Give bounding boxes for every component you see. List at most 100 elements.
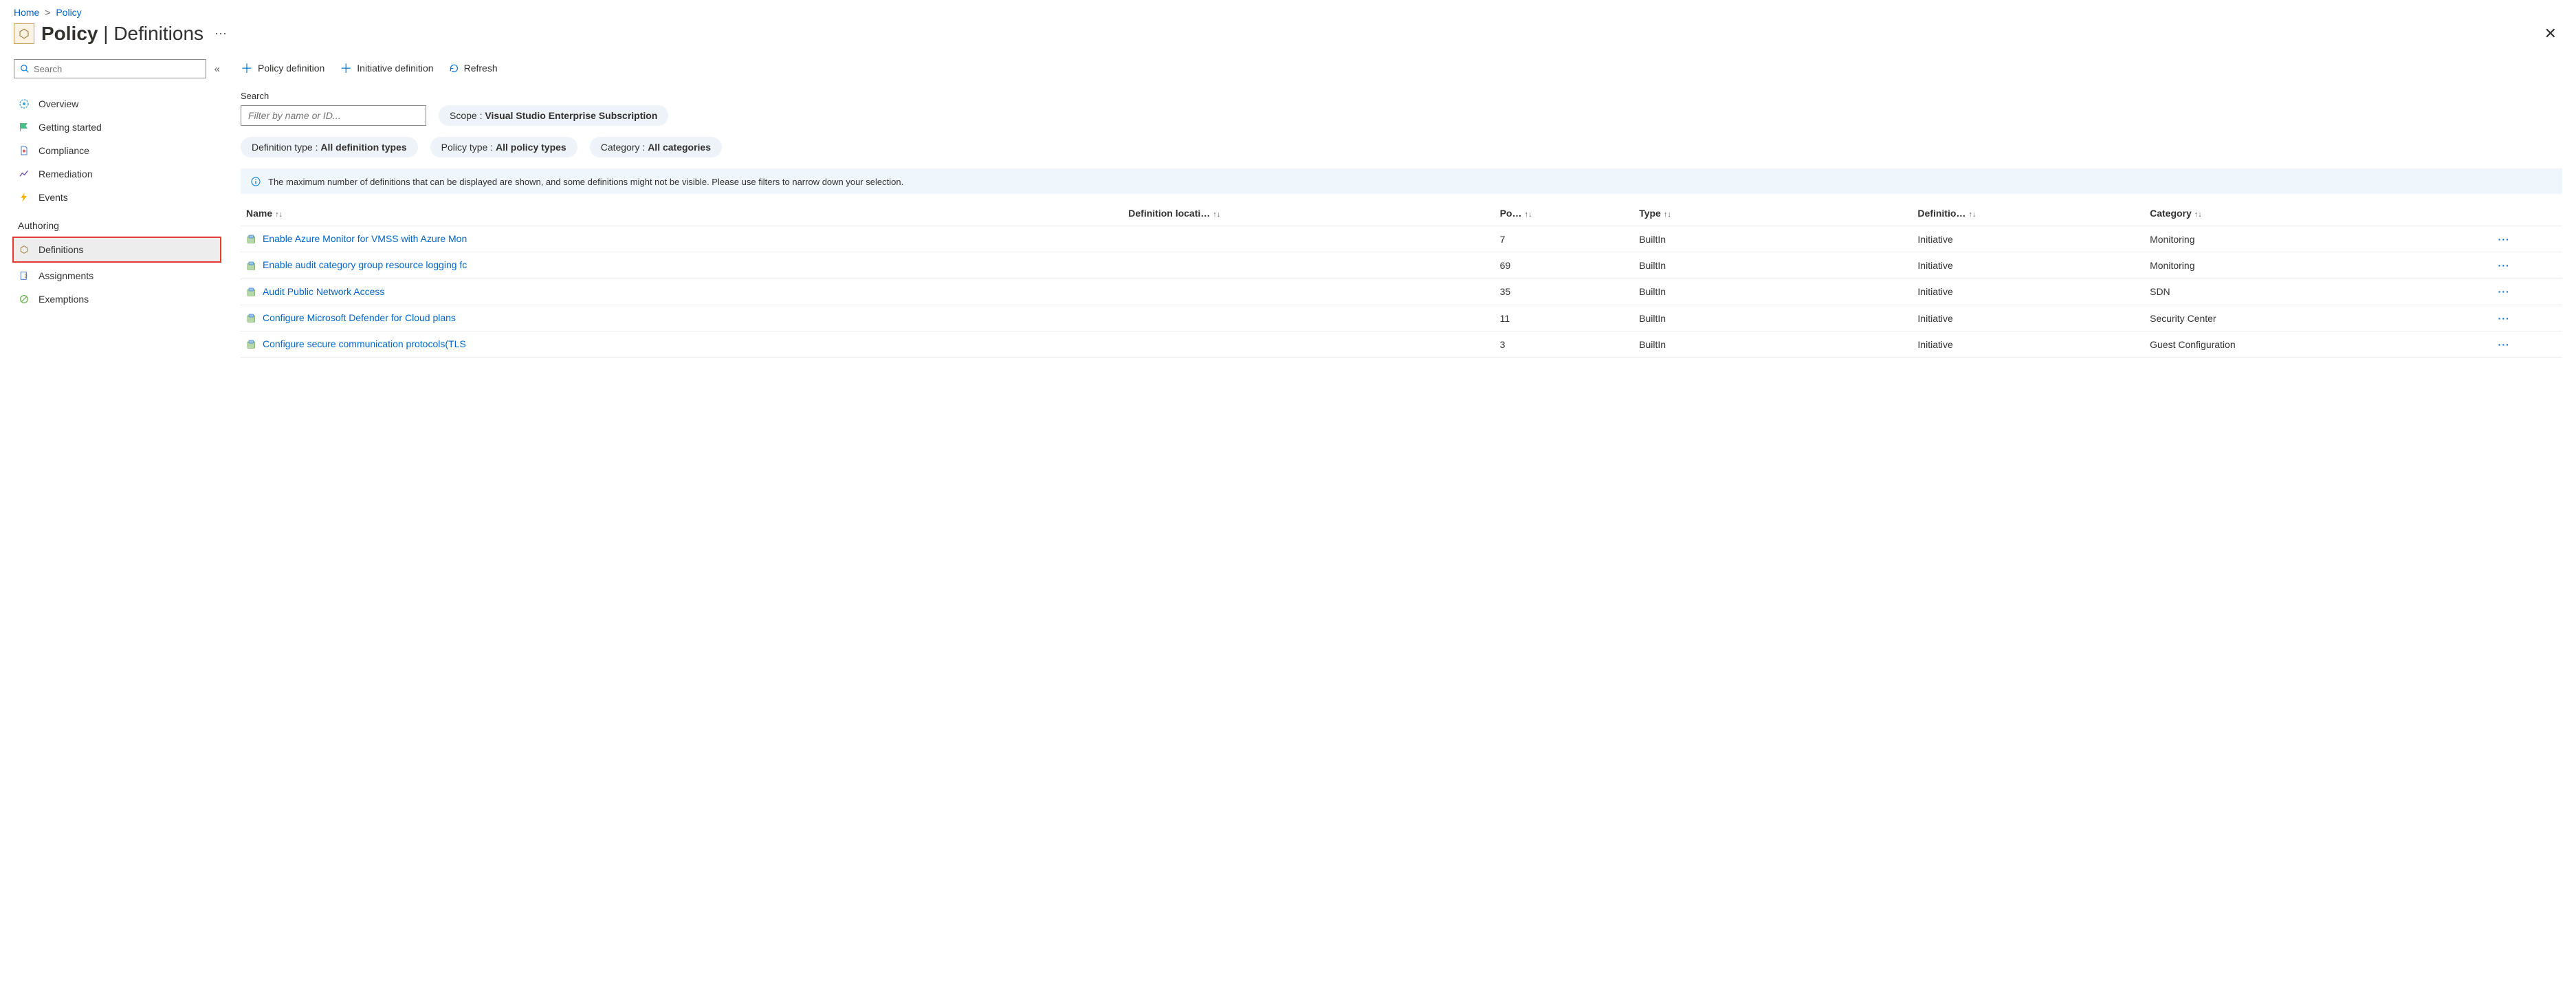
document-icon	[18, 144, 30, 157]
policies-count: 35	[1495, 279, 1634, 305]
definition-link[interactable]: Configure Microsoft Defender for Cloud p…	[263, 312, 456, 323]
sort-icon: ↑↓	[272, 210, 283, 219]
sidebar-item-remediation[interactable]: Remediation	[14, 162, 220, 186]
definition-link[interactable]: Audit Public Network Access	[263, 286, 384, 297]
header-more-icon[interactable]: ⋯	[210, 27, 227, 41]
add-initiative-definition-button[interactable]: ＋ Initiative definition	[340, 59, 433, 77]
overview-icon	[18, 98, 30, 110]
definitions-table: Name↑↓ Definition locati…↑↓ Po…↑↓ Type↑↓…	[241, 201, 2562, 358]
category-value: Security Center	[2144, 305, 2493, 331]
col-category[interactable]: Category↑↓	[2144, 201, 2493, 226]
sidebar-collapse-icon[interactable]: «	[214, 63, 220, 75]
hexagon-icon	[18, 243, 30, 256]
sidebar-item-definitions[interactable]: Definitions	[14, 238, 220, 261]
initiative-icon	[246, 287, 257, 298]
refresh-icon	[449, 63, 459, 74]
info-bar: The maximum number of definitions that c…	[241, 168, 2562, 194]
sidebar-item-label: Exemptions	[38, 294, 89, 305]
info-text: The maximum number of definitions that c…	[268, 177, 903, 187]
type-value: BuiltIn	[1633, 331, 1912, 358]
row-more-button[interactable]: ···	[2498, 339, 2510, 350]
close-button[interactable]: ✕	[2539, 22, 2562, 45]
definition-link[interactable]: Enable Azure Monitor for VMSS with Azure…	[263, 233, 467, 244]
page-title: Policy | Definitions	[41, 23, 203, 45]
filter-policy-type[interactable]: Policy type : All policy types	[430, 137, 577, 157]
filter-scope[interactable]: Scope : Visual Studio Enterprise Subscri…	[439, 105, 668, 126]
sidebar-section-authoring: Authoring	[14, 209, 220, 235]
plus-icon: ＋	[340, 59, 352, 77]
row-more-button[interactable]: ···	[2498, 286, 2510, 297]
filter-category[interactable]: Category : All categories	[590, 137, 722, 157]
sidebar-item-label: Events	[38, 192, 68, 203]
definition-value: Initiative	[1912, 226, 2144, 252]
row-more-button[interactable]: ···	[2498, 234, 2510, 245]
sidebar-item-label: Assignments	[38, 270, 93, 281]
initiative-icon	[246, 234, 257, 245]
table-row: Audit Public Network Access 35BuiltInInit…	[241, 279, 2562, 305]
sort-icon: ↑↓	[1966, 210, 1976, 219]
highlighted-definitions: Definitions	[12, 237, 221, 263]
lightning-icon	[18, 191, 30, 204]
definition-value: Initiative	[1912, 279, 2144, 305]
filter-definition-type[interactable]: Definition type : All definition types	[241, 137, 418, 157]
breadcrumb-home[interactable]: Home	[14, 7, 39, 18]
policy-hexagon-icon	[14, 23, 34, 44]
sidebar-item-label: Remediation	[38, 168, 93, 179]
assignments-icon	[18, 270, 30, 282]
col-definition[interactable]: Definitio…↑↓	[1912, 201, 2144, 226]
sidebar-item-assignments[interactable]: Assignments	[14, 264, 220, 287]
category-value: SDN	[2144, 279, 2493, 305]
row-more-button[interactable]: ···	[2498, 260, 2510, 271]
exemptions-icon	[18, 293, 30, 305]
sidebar-item-overview[interactable]: Overview	[14, 92, 220, 116]
type-value: BuiltIn	[1633, 279, 1912, 305]
policies-count: 69	[1495, 252, 1634, 279]
filter-search-input[interactable]	[241, 105, 426, 126]
breadcrumb: Home > Policy	[14, 7, 2562, 18]
chart-icon	[18, 168, 30, 180]
add-policy-definition-button[interactable]: ＋ Policy definition	[241, 59, 324, 77]
breadcrumb-separator: >	[42, 7, 53, 18]
sidebar-item-compliance[interactable]: Compliance	[14, 139, 220, 162]
initiative-icon	[246, 339, 257, 350]
flag-icon	[18, 121, 30, 133]
initiative-icon	[246, 313, 257, 324]
sort-icon: ↑↓	[1521, 210, 1532, 219]
table-row: Configure secure communication protocols…	[241, 331, 2562, 358]
sidebar: « Overview Getting started Compliance Re…	[14, 59, 220, 311]
policies-count: 3	[1495, 331, 1634, 358]
initiative-icon	[246, 261, 257, 272]
sidebar-search-input[interactable]	[34, 64, 200, 74]
type-value: BuiltIn	[1633, 226, 1912, 252]
col-policies[interactable]: Po…↑↓	[1495, 201, 1634, 226]
sort-icon: ↑↓	[1661, 210, 1671, 219]
definition-link[interactable]: Enable audit category group resource log…	[263, 259, 467, 270]
category-value: Monitoring	[2144, 226, 2493, 252]
sidebar-item-getting-started[interactable]: Getting started	[14, 116, 220, 139]
sidebar-item-label: Compliance	[38, 145, 89, 156]
sidebar-item-events[interactable]: Events	[14, 186, 220, 209]
row-more-button[interactable]: ···	[2498, 313, 2510, 324]
definition-value: Initiative	[1912, 252, 2144, 279]
table-row: Enable Azure Monitor for VMSS with Azure…	[241, 226, 2562, 252]
sidebar-item-label: Definitions	[38, 244, 83, 255]
main-content: ＋ Policy definition ＋ Initiative definit…	[241, 59, 2562, 358]
definition-link[interactable]: Configure secure communication protocols…	[263, 338, 466, 349]
sidebar-item-label: Getting started	[38, 122, 102, 133]
breadcrumb-policy[interactable]: Policy	[56, 7, 81, 18]
sidebar-item-label: Overview	[38, 98, 78, 109]
col-type[interactable]: Type↑↓	[1633, 201, 1912, 226]
policies-count: 7	[1495, 226, 1634, 252]
sidebar-item-exemptions[interactable]: Exemptions	[14, 287, 220, 311]
col-name[interactable]: Name↑↓	[241, 201, 1123, 226]
sidebar-search[interactable]	[14, 59, 206, 78]
search-label: Search	[241, 91, 2562, 101]
sort-icon: ↑↓	[2192, 210, 2202, 219]
search-icon	[20, 64, 30, 74]
col-location[interactable]: Definition locati…↑↓	[1123, 201, 1494, 226]
type-value: BuiltIn	[1633, 252, 1912, 279]
table-row: Configure Microsoft Defender for Cloud p…	[241, 305, 2562, 331]
refresh-button[interactable]: Refresh	[449, 63, 498, 74]
definition-value: Initiative	[1912, 331, 2144, 358]
category-value: Guest Configuration	[2144, 331, 2493, 358]
